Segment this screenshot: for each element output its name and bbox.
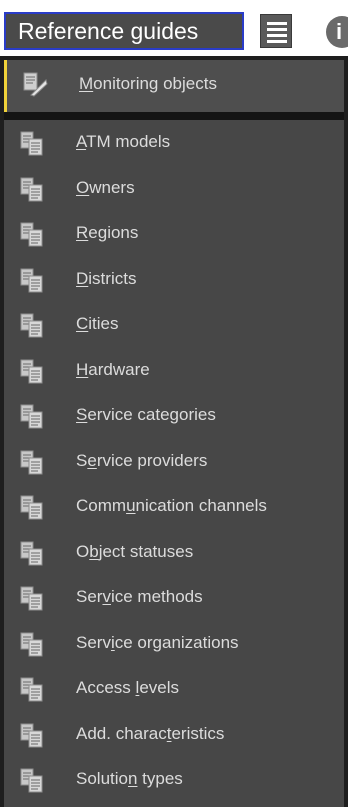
menu-item-service-organizations[interactable]: Service organizations (4, 621, 344, 667)
menu-item-access-levels[interactable]: Access levels (4, 666, 344, 712)
list-icon[interactable] (260, 14, 292, 48)
menu-item-atm-models[interactable]: ATM models (4, 120, 344, 166)
menu-item-service-methods[interactable]: Service methods (4, 575, 344, 621)
menu-item-label: Owners (76, 177, 135, 197)
menu-item-communication-channels[interactable]: Communication channels (4, 484, 344, 530)
monitoring-objects-icon (23, 72, 48, 97)
menu-item-cities[interactable]: Cities (4, 302, 344, 348)
document-copy-icon (20, 541, 43, 565)
document-copy-icon (20, 677, 43, 702)
reference-guides-dropdown: Monitoring objects ATM models Owners Regio… (0, 56, 348, 807)
menu-item-owners[interactable]: Owners (4, 166, 344, 212)
document-copy-icon (20, 359, 43, 383)
menu-item-service-providers[interactable]: Service providers (4, 439, 344, 485)
reference-guides-menu-button[interactable]: Reference guides (4, 12, 244, 50)
document-copy-icon (20, 131, 43, 156)
document-copy-icon (20, 268, 43, 292)
document-copy-icon (20, 586, 43, 611)
document-copy-icon (20, 450, 43, 474)
document-copy-icon (20, 723, 43, 747)
info-icon[interactable]: i (326, 16, 348, 48)
menu-item-label: Add. characteristics (76, 723, 225, 743)
menu-item-label: Solution types (76, 769, 183, 788)
menu-item-label: Access levels (76, 678, 179, 697)
menu-item-add-characteristics[interactable]: Add. characteristics (4, 712, 344, 758)
menu-item-label: Regions (76, 223, 139, 242)
menu-item-regions[interactable]: Regions (4, 211, 344, 257)
menu-item-label: Hardware (76, 359, 150, 379)
menu-item-monitoring-objects[interactable]: Monitoring objects (4, 60, 344, 112)
document-copy-icon (20, 313, 43, 338)
menu-item-label: Service providers (76, 450, 208, 470)
menu-item-service-categories[interactable]: Service categories (4, 393, 344, 439)
document-copy-icon (20, 177, 43, 201)
document-copy-icon (20, 768, 43, 793)
menu-divider (4, 112, 344, 120)
document-copy-icon (20, 222, 43, 247)
toolbar: Reference guides i (0, 0, 348, 56)
menu-item-label: Districts (76, 268, 137, 288)
menu-item-districts[interactable]: Districts (4, 257, 344, 303)
menu-item-label: Cities (76, 314, 119, 333)
menu-item-solution-types[interactable]: Solution types (4, 757, 344, 803)
menu-item-label: Service methods (76, 587, 203, 606)
document-copy-icon (20, 495, 43, 520)
menu-item-hardware[interactable]: Hardware (4, 348, 344, 394)
menu-item-label: Object statuses (76, 541, 194, 561)
document-copy-icon (20, 404, 43, 429)
menu-item-object-statuses[interactable]: Object statuses (4, 530, 344, 576)
menu-item-label: ATM models (76, 132, 171, 151)
menu-border (344, 56, 348, 807)
menu-item-label: Communication channels (76, 496, 267, 515)
menu-item-label: Service categories (76, 405, 216, 424)
menu-item-label: Monitoring objects (79, 74, 217, 93)
document-copy-icon (20, 632, 43, 656)
menu-item-label: Service organizations (76, 632, 239, 652)
